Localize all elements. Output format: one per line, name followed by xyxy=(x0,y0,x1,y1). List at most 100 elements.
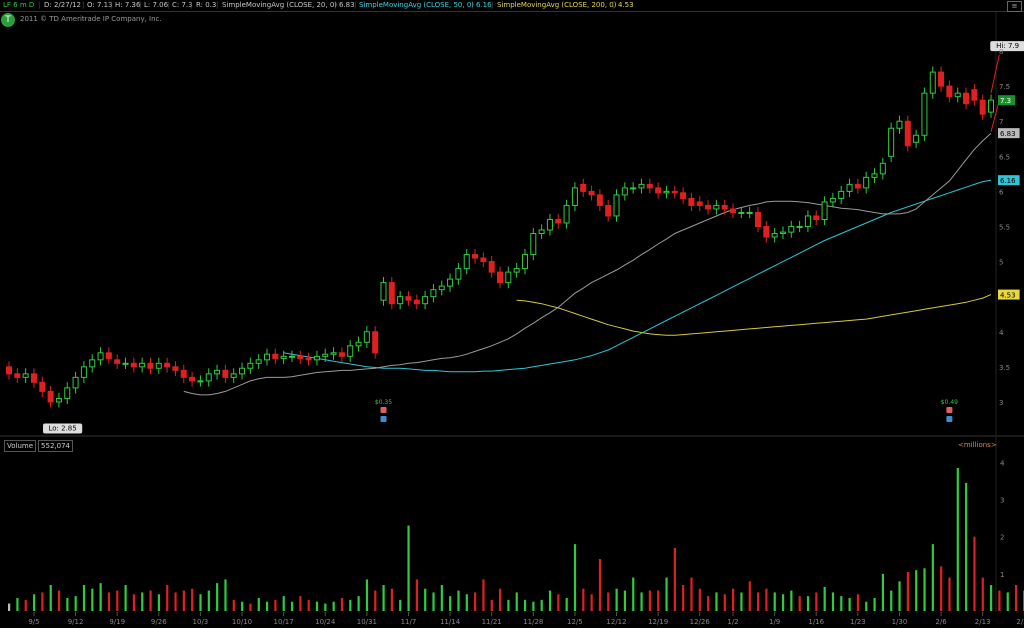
price-tick: 8 xyxy=(999,48,1003,56)
volume-bar xyxy=(474,592,477,611)
volume-label[interactable]: Volume xyxy=(4,440,37,452)
volume-bar xyxy=(274,599,277,611)
candle-body xyxy=(197,380,204,383)
candle-body xyxy=(863,176,870,189)
volume-bar xyxy=(790,590,793,611)
date-label: 10/24 xyxy=(315,618,336,626)
volume-bar xyxy=(615,588,618,611)
volume-bar xyxy=(241,601,244,611)
candle-body xyxy=(239,367,246,375)
candle-body xyxy=(64,387,71,399)
candle-body xyxy=(721,204,728,210)
volume-bar xyxy=(765,588,768,611)
candle-body xyxy=(613,194,620,217)
sma50-line xyxy=(283,179,992,373)
candle-body xyxy=(888,127,895,157)
price-tick: 3.5 xyxy=(999,364,1010,372)
candle-body xyxy=(288,355,295,358)
volume-bar xyxy=(449,596,452,611)
volume-bar xyxy=(374,590,377,611)
candle-body xyxy=(147,362,154,369)
date-label: 1/9 xyxy=(769,618,780,626)
candle-body xyxy=(546,218,553,231)
candle-body xyxy=(30,373,37,383)
volume-bar xyxy=(24,599,27,611)
candle-body xyxy=(971,89,978,101)
volume-bar xyxy=(582,588,585,611)
date-label: 2/13 xyxy=(975,618,991,626)
volume-bar xyxy=(232,599,235,611)
volume-bar xyxy=(8,603,11,611)
candle-body xyxy=(646,183,653,189)
low-label: Lo: 2.85 xyxy=(48,424,76,432)
volume-bar xyxy=(57,590,61,611)
volume-bar xyxy=(390,588,394,611)
volume-bar xyxy=(174,592,177,611)
volume-bar xyxy=(32,594,36,611)
date-label: 12/26 xyxy=(690,618,711,626)
volume-bar xyxy=(99,583,102,611)
volume-bar xyxy=(815,592,818,611)
earnings-icon xyxy=(946,416,953,422)
date-label: 9/26 xyxy=(151,618,167,626)
volume-bar xyxy=(598,559,602,611)
volume-bar xyxy=(141,592,144,611)
dividend-icon xyxy=(946,407,953,413)
candle-body xyxy=(214,369,221,375)
volume-bar xyxy=(690,577,693,611)
candle-body xyxy=(563,204,570,224)
candle-body xyxy=(122,362,129,365)
candle-body xyxy=(846,183,853,192)
volume-bar xyxy=(332,601,335,611)
volume-bar xyxy=(623,590,627,611)
volume-bar xyxy=(915,570,918,611)
candle-body xyxy=(338,352,345,357)
candle-body xyxy=(530,233,537,256)
volume-bar xyxy=(906,572,909,611)
candle-body xyxy=(472,254,479,259)
candle-body xyxy=(263,353,270,361)
candle-body xyxy=(879,162,886,175)
price-marker-sma200: 4.53 xyxy=(1000,292,1016,300)
candle-body xyxy=(105,352,112,359)
candle-body xyxy=(813,215,820,220)
volume-bar xyxy=(665,577,668,611)
volume-bar xyxy=(41,592,44,611)
volume-bar xyxy=(798,596,801,611)
date-label: 2/20 xyxy=(1016,618,1024,626)
price-chart[interactable]: Hi: 7.9Lo: 2.85$0.35$0.49 33.544.555.566… xyxy=(0,0,1024,628)
volume-bar xyxy=(648,590,651,611)
candle-body xyxy=(97,352,104,361)
candle-body xyxy=(630,187,637,190)
candle-body xyxy=(988,99,994,113)
candle-body xyxy=(730,208,737,213)
volume-bar xyxy=(265,601,269,611)
volume-bar xyxy=(956,468,959,611)
candle-body xyxy=(779,231,786,235)
candle-body xyxy=(804,215,811,227)
volume-bar xyxy=(640,592,643,611)
volume-bar xyxy=(357,596,360,611)
candle-body xyxy=(222,369,229,378)
candle-body xyxy=(896,120,903,129)
volume-bar xyxy=(823,586,826,611)
volume-bar xyxy=(898,581,901,611)
volume-bars xyxy=(8,468,1024,611)
candle-body xyxy=(763,225,770,238)
date-label: 10/3 xyxy=(193,618,209,626)
volume-bar xyxy=(573,544,577,611)
volume-bar xyxy=(315,601,319,611)
candle-body xyxy=(946,85,953,98)
candle-body xyxy=(505,271,512,284)
candle-body xyxy=(521,254,528,270)
volume-bar xyxy=(607,592,610,611)
candle-body xyxy=(172,366,179,371)
volume-bar xyxy=(282,596,285,611)
volume-bar xyxy=(682,585,685,611)
volume-bar xyxy=(324,603,327,611)
candle-body xyxy=(788,225,795,233)
dividend-label: $0.35 xyxy=(375,399,392,406)
candle-body xyxy=(979,99,986,115)
date-label: 9/5 xyxy=(28,618,39,626)
sma20-line xyxy=(183,132,992,396)
